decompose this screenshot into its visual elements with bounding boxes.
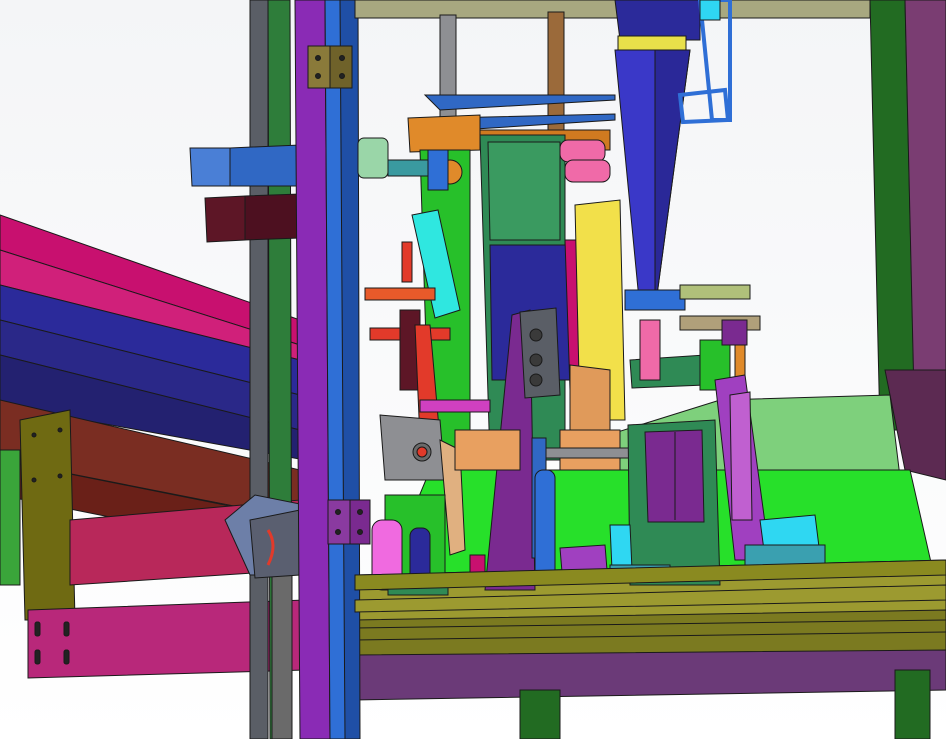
door-hinge-top bbox=[307, 45, 353, 89]
cad-assembly-viewport[interactable] bbox=[0, 0, 946, 739]
pink-rollers bbox=[559, 139, 611, 183]
door-hinge-bottom bbox=[327, 499, 371, 545]
